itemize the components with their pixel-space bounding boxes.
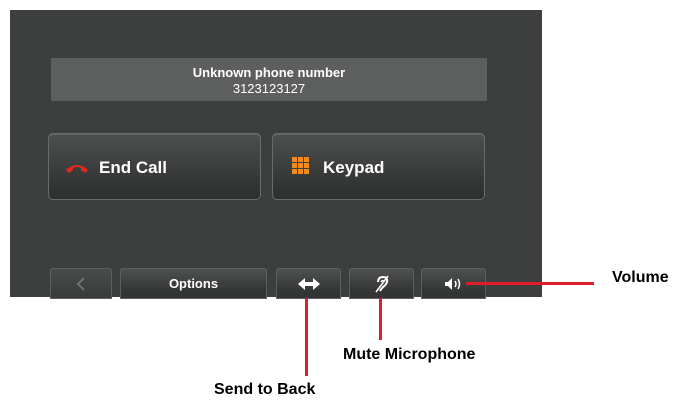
mute-microphone-button[interactable] xyxy=(349,268,414,299)
speaker-icon xyxy=(444,277,460,290)
caller-info-panel: Unknown phone number 3123123127 xyxy=(51,58,487,101)
end-call-button[interactable]: End Call xyxy=(48,133,261,200)
caller-name: Unknown phone number xyxy=(192,65,346,80)
caller-number: 3123123127 xyxy=(232,81,306,96)
send-back-callout-label: Send to Back xyxy=(214,381,316,398)
keypad-button[interactable]: Keypad xyxy=(272,133,485,200)
send-to-back-button[interactable] xyxy=(276,268,341,299)
options-button[interactable]: Options xyxy=(120,268,267,299)
mute-callout-label: Mute Microphone xyxy=(343,346,476,363)
mute-callout-line xyxy=(379,298,382,340)
volume-callout-line xyxy=(466,282,594,285)
send-back-callout-line xyxy=(305,298,308,376)
end-call-label: End Call xyxy=(99,158,168,177)
hang-up-phone-icon xyxy=(66,165,88,173)
mute-microphone-icon xyxy=(374,275,389,292)
double-arrow-icon xyxy=(297,277,320,290)
keypad-icon xyxy=(292,157,309,174)
back-button[interactable] xyxy=(50,268,112,299)
keypad-label: Keypad xyxy=(323,158,385,177)
options-label: Options xyxy=(168,276,219,291)
chevron-left-icon xyxy=(76,276,85,291)
volume-callout-label: Volume xyxy=(612,269,669,286)
